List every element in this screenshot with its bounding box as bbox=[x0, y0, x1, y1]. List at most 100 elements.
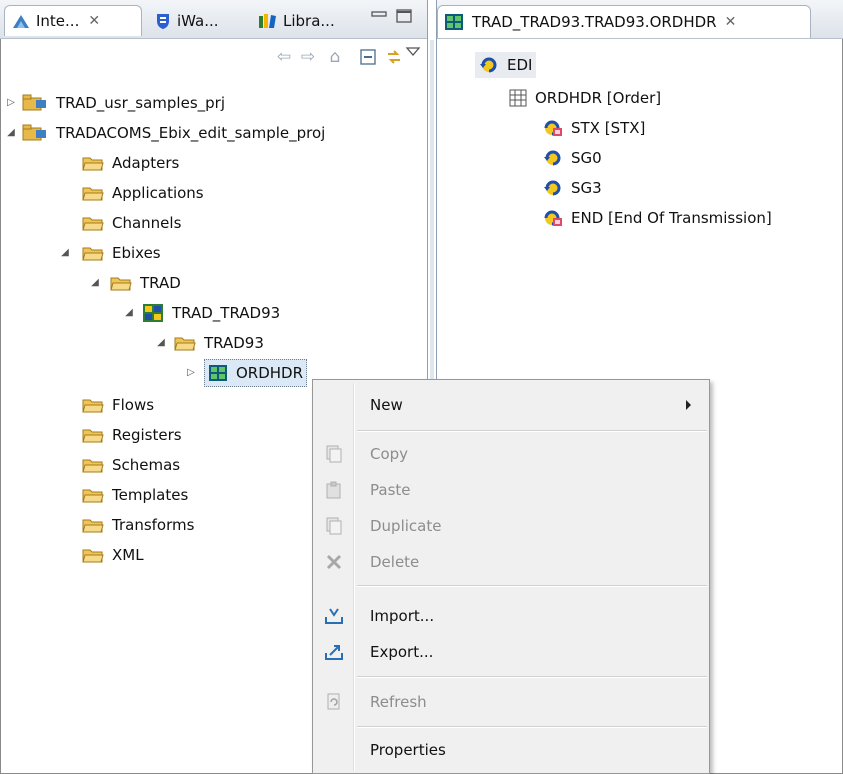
editor-node-label: SG0 bbox=[571, 149, 602, 167]
collapse-icon[interactable]: ◢ bbox=[60, 238, 70, 268]
refresh-icon bbox=[327, 693, 340, 710]
tree-item-schemas[interactable]: Schemas bbox=[82, 450, 180, 480]
tree-item-ebixes[interactable]: Ebixes bbox=[82, 238, 161, 268]
tree-item-label: TRAD93 bbox=[204, 334, 264, 352]
loop-group-icon bbox=[480, 57, 497, 73]
segment-icon bbox=[544, 210, 562, 226]
submenu-arrow-icon bbox=[686, 400, 691, 410]
menu-separator bbox=[357, 585, 707, 587]
folder-icon bbox=[82, 459, 104, 473]
view-tab-bar: Inte... ✕ iWa... Libra... bbox=[0, 0, 427, 39]
menu-separator bbox=[357, 676, 707, 678]
menu-item-new[interactable]: New bbox=[315, 388, 707, 422]
menu-item-paste[interactable]: Paste bbox=[315, 473, 707, 507]
editor-node-sg3[interactable]: SG3 bbox=[543, 174, 602, 202]
tab-library[interactable]: Libra... bbox=[252, 5, 362, 36]
editor-node-edi[interactable]: EDI bbox=[475, 52, 537, 78]
project-folder-icon bbox=[22, 124, 46, 141]
tree-item-trad[interactable]: TRAD bbox=[110, 268, 181, 298]
tree-item-label: Templates bbox=[112, 486, 189, 504]
tree-item-ordhdr[interactable]: ORDHDR bbox=[204, 359, 308, 387]
tab-editor-ordhdr[interactable]: TRAD_TRAD93.TRAD93.ORDHDR ✕ bbox=[437, 5, 811, 38]
delete-icon bbox=[326, 554, 342, 570]
editor-node-label: SG3 bbox=[571, 179, 602, 197]
expand-icon[interactable]: ▷ bbox=[6, 88, 16, 118]
tree-item-channels[interactable]: Channels bbox=[82, 208, 181, 238]
link-with-editor-icon[interactable] bbox=[385, 48, 403, 66]
back-arrow-icon[interactable]: ⇦ bbox=[275, 48, 293, 66]
menu-item-import[interactable]: Import... bbox=[315, 599, 707, 633]
integration-explorer-icon bbox=[13, 15, 29, 28]
folder-icon bbox=[110, 277, 132, 291]
tab-integration-explorer[interactable]: Inte... ✕ bbox=[4, 5, 142, 36]
tree-item-label: TRAD bbox=[140, 274, 181, 292]
tree-item-project[interactable]: TRADACOMS_Ebix_edit_sample_proj bbox=[22, 118, 325, 148]
tab-label: Inte... bbox=[36, 12, 80, 30]
folder-icon bbox=[82, 157, 104, 171]
editor-node-end[interactable]: END [End Of Transmission] bbox=[543, 204, 772, 232]
home-icon[interactable]: ⌂ bbox=[326, 48, 344, 66]
project-folder-icon bbox=[22, 94, 46, 111]
close-icon[interactable]: ✕ bbox=[88, 13, 100, 29]
menu-item-duplicate[interactable]: Duplicate bbox=[315, 509, 707, 543]
menu-item-label: Paste bbox=[370, 481, 411, 499]
import-icon bbox=[325, 608, 343, 624]
tab-iway[interactable]: iWa... bbox=[148, 5, 250, 36]
tree-item-project[interactable]: TRAD_usr_samples_prj bbox=[22, 88, 225, 118]
menu-item-label: Refresh bbox=[370, 693, 427, 711]
tree-item-templates[interactable]: Templates bbox=[82, 480, 188, 510]
menu-item-copy[interactable]: Copy bbox=[315, 437, 707, 471]
minimize-icon[interactable] bbox=[371, 9, 387, 23]
folder-icon bbox=[82, 549, 104, 563]
expand-icon[interactable]: ▷ bbox=[186, 358, 196, 388]
tree-item-trad-trad93[interactable]: TRAD_TRAD93 bbox=[142, 298, 280, 328]
tree-item-adapters[interactable]: Adapters bbox=[82, 148, 179, 178]
tree-item-trad93[interactable]: TRAD93 bbox=[174, 328, 264, 358]
editor-tab-label: TRAD_TRAD93.TRAD93.ORDHDR bbox=[472, 13, 717, 31]
message-grid-icon bbox=[445, 14, 463, 30]
tree-item-label: Flows bbox=[112, 396, 155, 414]
menu-item-refresh[interactable]: Refresh bbox=[315, 685, 707, 719]
menu-item-properties[interactable]: Properties bbox=[315, 733, 707, 767]
menu-separator bbox=[357, 726, 707, 728]
folder-icon bbox=[174, 337, 196, 351]
folder-icon bbox=[82, 187, 104, 201]
editor-tab-bar: TRAD_TRAD93.TRAD93.ORDHDR ✕ bbox=[437, 0, 843, 39]
tree-item-flows[interactable]: Flows bbox=[82, 390, 154, 420]
close-icon[interactable]: ✕ bbox=[725, 14, 737, 30]
menu-item-label: New bbox=[370, 396, 403, 414]
collapse-icon[interactable]: ◢ bbox=[156, 328, 166, 358]
editor-node-sg0[interactable]: SG0 bbox=[543, 144, 602, 172]
menu-item-export[interactable]: Export... bbox=[315, 635, 707, 669]
editor-node-stx[interactable]: STX [STX] bbox=[543, 114, 645, 142]
collapse-icon[interactable]: ◢ bbox=[124, 298, 134, 328]
editor-node-label: END [End Of Transmission] bbox=[571, 209, 772, 227]
menu-item-label: Properties bbox=[370, 741, 446, 759]
view-menu-icon[interactable] bbox=[404, 43, 422, 61]
tree-item-label: Schemas bbox=[112, 456, 181, 474]
view-toolbar: ⇦ ⇨ ⌂ bbox=[0, 39, 427, 75]
message-grid-icon bbox=[209, 365, 227, 381]
collapse-icon[interactable]: ◢ bbox=[6, 118, 16, 148]
editor-node-ordhdr[interactable]: ORDHDR [Order] bbox=[509, 84, 661, 112]
collapse-icon[interactable]: ◢ bbox=[90, 268, 100, 298]
editor-node-label: STX [STX] bbox=[571, 119, 646, 137]
tree-item-xml[interactable]: XML bbox=[82, 540, 144, 570]
tree-item-transforms[interactable]: Transforms bbox=[82, 510, 194, 540]
menu-item-label: Delete bbox=[370, 553, 420, 571]
tree-item-applications[interactable]: Applications bbox=[82, 178, 204, 208]
forward-arrow-icon[interactable]: ⇨ bbox=[299, 48, 317, 66]
loop-group-icon bbox=[544, 150, 561, 166]
collapse-all-icon[interactable] bbox=[359, 48, 377, 66]
table-icon bbox=[509, 89, 527, 107]
menu-item-label: Export... bbox=[370, 643, 434, 661]
menu-item-delete[interactable]: Delete bbox=[315, 545, 707, 579]
menu-item-label: Copy bbox=[370, 445, 409, 463]
tree-item-label: Transforms bbox=[112, 516, 195, 534]
folder-icon bbox=[82, 217, 104, 231]
folder-icon bbox=[82, 247, 104, 261]
tree-item-label: TRAD_usr_samples_prj bbox=[56, 94, 225, 112]
maximize-icon[interactable] bbox=[396, 9, 412, 23]
tree-item-registers[interactable]: Registers bbox=[82, 420, 182, 450]
segment-icon bbox=[544, 120, 562, 136]
